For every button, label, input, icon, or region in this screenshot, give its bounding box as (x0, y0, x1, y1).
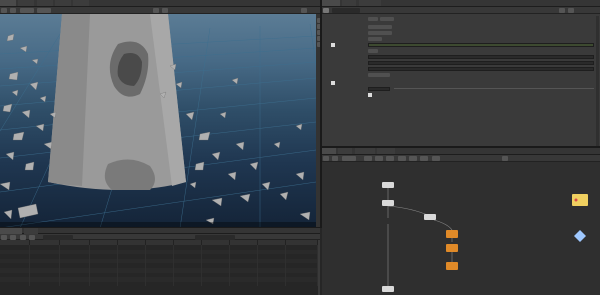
forward-icon[interactable] (332, 156, 339, 161)
param-slider[interactable] (394, 88, 594, 89)
param-checkbox[interactable] (331, 80, 335, 85)
param-button[interactable] (368, 72, 390, 77)
network-path-button[interactable] (341, 156, 356, 161)
network-graph (382, 182, 588, 292)
sheet-scrollbar[interactable] (318, 240, 320, 295)
viewport-tab-bar (0, 0, 322, 7)
tab-parameters[interactable] (322, 0, 340, 6)
table-cell (89, 281, 119, 287)
sheet-table-wrap (0, 240, 318, 295)
tab-take-list[interactable] (342, 0, 357, 6)
sheet-body (0, 245, 318, 287)
tab-performance-monitor[interactable] (358, 0, 381, 6)
node-type-icon (323, 8, 329, 13)
network-menu-view[interactable] (397, 156, 406, 161)
viewport-toolbar (0, 7, 322, 14)
param-row-4 (322, 36, 600, 41)
object-context-button[interactable] (19, 8, 34, 13)
network-menu-help[interactable] (431, 156, 440, 161)
param-checkbox[interactable] (331, 42, 335, 47)
table-row[interactable] (0, 281, 318, 287)
network-options-icon[interactable] (501, 156, 508, 161)
table-cell (59, 281, 91, 287)
table-cell (0, 281, 31, 287)
scene-viewport[interactable] (0, 14, 316, 228)
node-name-field[interactable] (332, 8, 361, 13)
param-header (322, 7, 600, 14)
network-canvas[interactable] (322, 168, 600, 295)
tab-tree-view[interactable] (338, 148, 353, 154)
tab-animation-editor[interactable] (18, 0, 35, 6)
param-row-13 (322, 92, 600, 97)
network-menu-edit[interactable] (375, 156, 384, 161)
sheet-table (0, 240, 318, 287)
geometry-spreadsheet (0, 228, 322, 295)
table-cell (285, 281, 318, 287)
table-cell (145, 281, 175, 287)
param-field[interactable] (368, 42, 594, 47)
param-tab-bar (322, 0, 600, 7)
tab-asset-browser[interactable] (376, 148, 395, 154)
tab-network[interactable] (322, 148, 336, 154)
param-row-9 (322, 66, 600, 71)
menu-icon[interactable] (300, 8, 307, 13)
param-row-1 (322, 16, 600, 21)
param-row-8 (322, 60, 600, 65)
link-icon[interactable] (162, 8, 169, 13)
param-field[interactable] (368, 54, 594, 59)
param-row-10 (322, 72, 600, 77)
table-cell (257, 281, 286, 287)
param-field[interactable] (368, 66, 594, 71)
table-cell (117, 281, 147, 287)
param-dropdown[interactable] (368, 30, 392, 35)
param-dropdown[interactable] (368, 48, 378, 53)
param-button[interactable] (380, 16, 394, 21)
path-button[interactable] (36, 8, 51, 13)
param-checkbox[interactable] (368, 92, 372, 97)
tab-material-palette[interactable] (354, 148, 375, 154)
param-scrollbar[interactable] (596, 16, 599, 146)
help-icon[interactable] (567, 8, 574, 13)
param-row-2 (322, 24, 600, 29)
table-cell (173, 281, 203, 287)
network-menu-layout[interactable] (420, 156, 429, 161)
param-field[interactable] (368, 86, 390, 91)
param-dropdown[interactable] (368, 24, 392, 29)
parameter-pane (322, 0, 600, 148)
param-row-11 (322, 80, 600, 85)
gear-icon[interactable] (558, 8, 565, 13)
network-tab-bar (322, 148, 600, 155)
tab-render-view[interactable] (36, 0, 53, 6)
node-wires (387, 188, 453, 288)
table-cell (229, 281, 259, 287)
param-dropdown[interactable] (368, 36, 382, 41)
pin-icon[interactable] (153, 8, 160, 13)
tab-scene-view[interactable] (0, 0, 16, 6)
param-row-7 (322, 54, 600, 59)
tab-composite-view[interactable] (54, 0, 71, 6)
forward-icon[interactable] (10, 8, 17, 13)
table-cell (201, 281, 231, 287)
back-icon[interactable] (323, 156, 329, 161)
param-row-12 (322, 86, 600, 91)
param-row-5 (322, 42, 600, 47)
tab-motion-fx[interactable] (73, 0, 90, 6)
param-row-3 (322, 30, 600, 35)
param-row-6 (322, 48, 600, 53)
network-path-label (324, 163, 344, 167)
param-button[interactable] (368, 16, 378, 21)
network-toolbar (322, 155, 600, 162)
network-menu-tools[interactable] (408, 156, 417, 161)
param-field[interactable] (368, 60, 594, 65)
network-menu-add[interactable] (363, 156, 372, 161)
cylinder-geometry (48, 14, 186, 190)
network-menu-go[interactable] (386, 156, 395, 161)
network-nodes (382, 182, 588, 292)
back-icon[interactable] (1, 8, 7, 13)
table-cell (29, 281, 61, 287)
viewport-scene (0, 14, 316, 228)
